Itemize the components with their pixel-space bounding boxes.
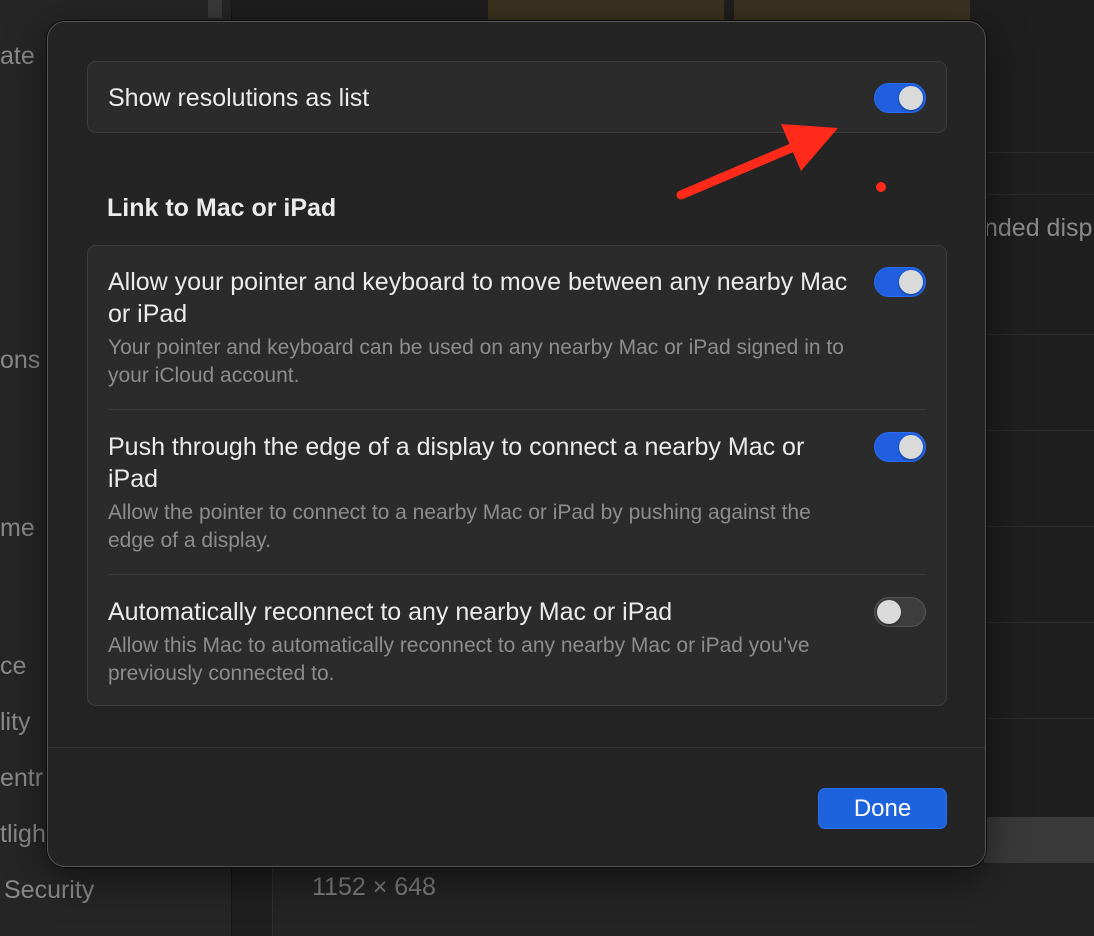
toggle-knob <box>899 270 923 294</box>
row-divider <box>108 574 926 575</box>
sidebar-item-security[interactable]: Security <box>4 876 94 905</box>
show-resolutions-label: Show resolutions as list <box>108 84 370 112</box>
sidebar-item-7[interactable]: tligh <box>0 820 46 849</box>
link-option-description: Your pointer and keyboard can be used on… <box>108 336 844 387</box>
auto-reconnect-toggle[interactable] <box>874 597 926 627</box>
resolution-list-item[interactable]: 1152 × 648 <box>312 873 436 902</box>
section-heading: Link to Mac or iPad <box>107 194 337 222</box>
background-label: nded disp <box>984 214 1093 242</box>
push-through-edge-toggle[interactable] <box>874 432 926 462</box>
background-divider <box>984 334 1094 335</box>
toggle-knob <box>877 600 901 624</box>
background-divider <box>984 622 1094 623</box>
sidebar-item-4[interactable]: ce <box>0 652 26 681</box>
background-divider <box>984 718 1094 719</box>
sidebar-scroll-indicator <box>208 0 222 18</box>
background-divider <box>984 194 1094 195</box>
wallpaper-thumbnail <box>488 0 724 20</box>
done-button[interactable]: Done <box>818 788 947 829</box>
resolution-list-selected-row[interactable] <box>984 817 1094 863</box>
link-option-title: Push through the edge of a display to co… <box>108 433 805 493</box>
toggle-knob <box>899 435 923 459</box>
link-option-row: Push through the edge of a display to co… <box>108 431 926 555</box>
link-options-card: Allow your pointer and keyboard to move … <box>87 245 947 706</box>
link-option-description: Allow the pointer to connect to a nearby… <box>108 501 811 552</box>
footer-divider <box>48 747 985 748</box>
sidebar-item-2[interactable]: ons <box>0 346 40 375</box>
link-option-description: Allow this Mac to automatically reconnec… <box>108 634 810 685</box>
display-advanced-sheet: Show resolutions as list Link to Mac or … <box>47 21 986 867</box>
toggle-knob <box>899 86 923 110</box>
link-option-row: Allow your pointer and keyboard to move … <box>108 266 926 390</box>
background-divider <box>984 152 1094 153</box>
sidebar-item-3[interactable]: me <box>0 514 35 543</box>
sidebar-item-6[interactable]: entr <box>0 764 43 793</box>
link-option-title: Automatically reconnect to any nearby Ma… <box>108 598 673 626</box>
show-resolutions-card: Show resolutions as list <box>87 61 947 133</box>
row-divider <box>108 409 926 410</box>
sidebar-item-1[interactable]: ate <box>0 42 35 71</box>
wallpaper-thumbnail <box>734 0 970 20</box>
link-option-title: Allow your pointer and keyboard to move … <box>108 268 848 328</box>
background-divider <box>984 526 1094 527</box>
background-divider <box>984 430 1094 431</box>
show-resolutions-toggle[interactable] <box>874 83 926 113</box>
sidebar-item-5[interactable]: lity <box>0 708 31 737</box>
link-option-row: Automatically reconnect to any nearby Ma… <box>108 596 926 688</box>
pointer-keyboard-toggle[interactable] <box>874 267 926 297</box>
